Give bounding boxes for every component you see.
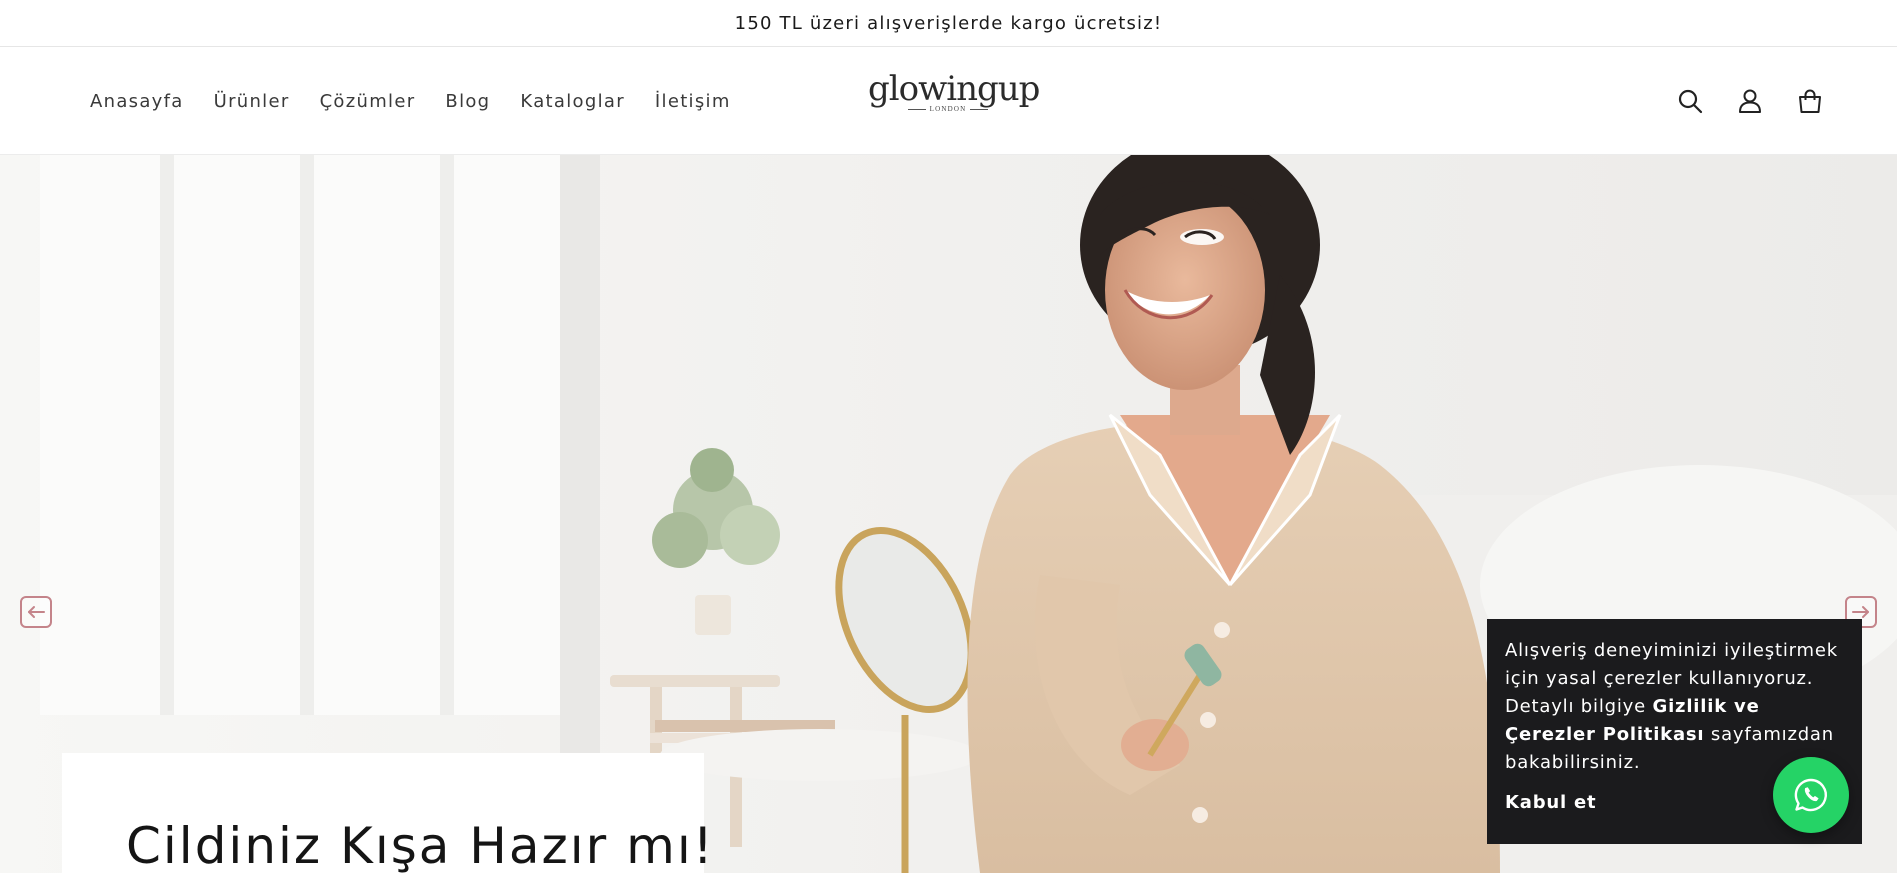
logo-wordmark: glowingup <box>868 69 1040 109</box>
account-icon[interactable] <box>1737 88 1763 114</box>
cookie-accept-button[interactable]: Kabul et <box>1505 792 1596 813</box>
hero-title: Cildiniz Kışa Hazır mı! <box>126 817 715 873</box>
nav-item-solutions[interactable]: Çözümler <box>320 91 416 112</box>
main-nav: Anasayfa Ürünler Çözümler Blog Katalogla… <box>90 47 731 155</box>
nav-item-blog[interactable]: Blog <box>445 91 490 112</box>
site-header: Anasayfa Ürünler Çözümler Blog Katalogla… <box>0 47 1897 155</box>
search-icon[interactable] <box>1677 88 1703 114</box>
announcement-bar: 150 TL üzeri alışverişlerde kargo ücrets… <box>0 0 1897 47</box>
whatsapp-button[interactable] <box>1773 757 1849 833</box>
arrow-right-icon <box>1852 606 1869 618</box>
nav-item-home[interactable]: Anasayfa <box>90 91 184 112</box>
site-logo[interactable]: glowingup LONDON <box>868 69 1040 129</box>
whatsapp-icon <box>1794 778 1827 812</box>
announcement-text: 150 TL üzeri alışverişlerde kargo ücrets… <box>734 12 1163 34</box>
slider-prev-button[interactable] <box>20 596 52 628</box>
logo-rule-left <box>907 108 926 110</box>
logo-subtitle: LONDON <box>929 105 967 113</box>
header-actions <box>1677 47 1823 155</box>
logo-rule-right <box>970 108 989 110</box>
nav-item-contact[interactable]: İletişim <box>655 91 731 112</box>
nav-item-products[interactable]: Ürünler <box>214 91 290 112</box>
cart-icon[interactable] <box>1797 88 1823 114</box>
nav-item-catalogs[interactable]: Kataloglar <box>520 91 624 112</box>
arrow-left-icon <box>28 606 45 618</box>
cookie-message: Alışveriş deneyiminizi iyileştirmek için… <box>1505 637 1845 777</box>
hero-text-card: Cildiniz Kışa Hazır mı! <box>62 753 713 873</box>
